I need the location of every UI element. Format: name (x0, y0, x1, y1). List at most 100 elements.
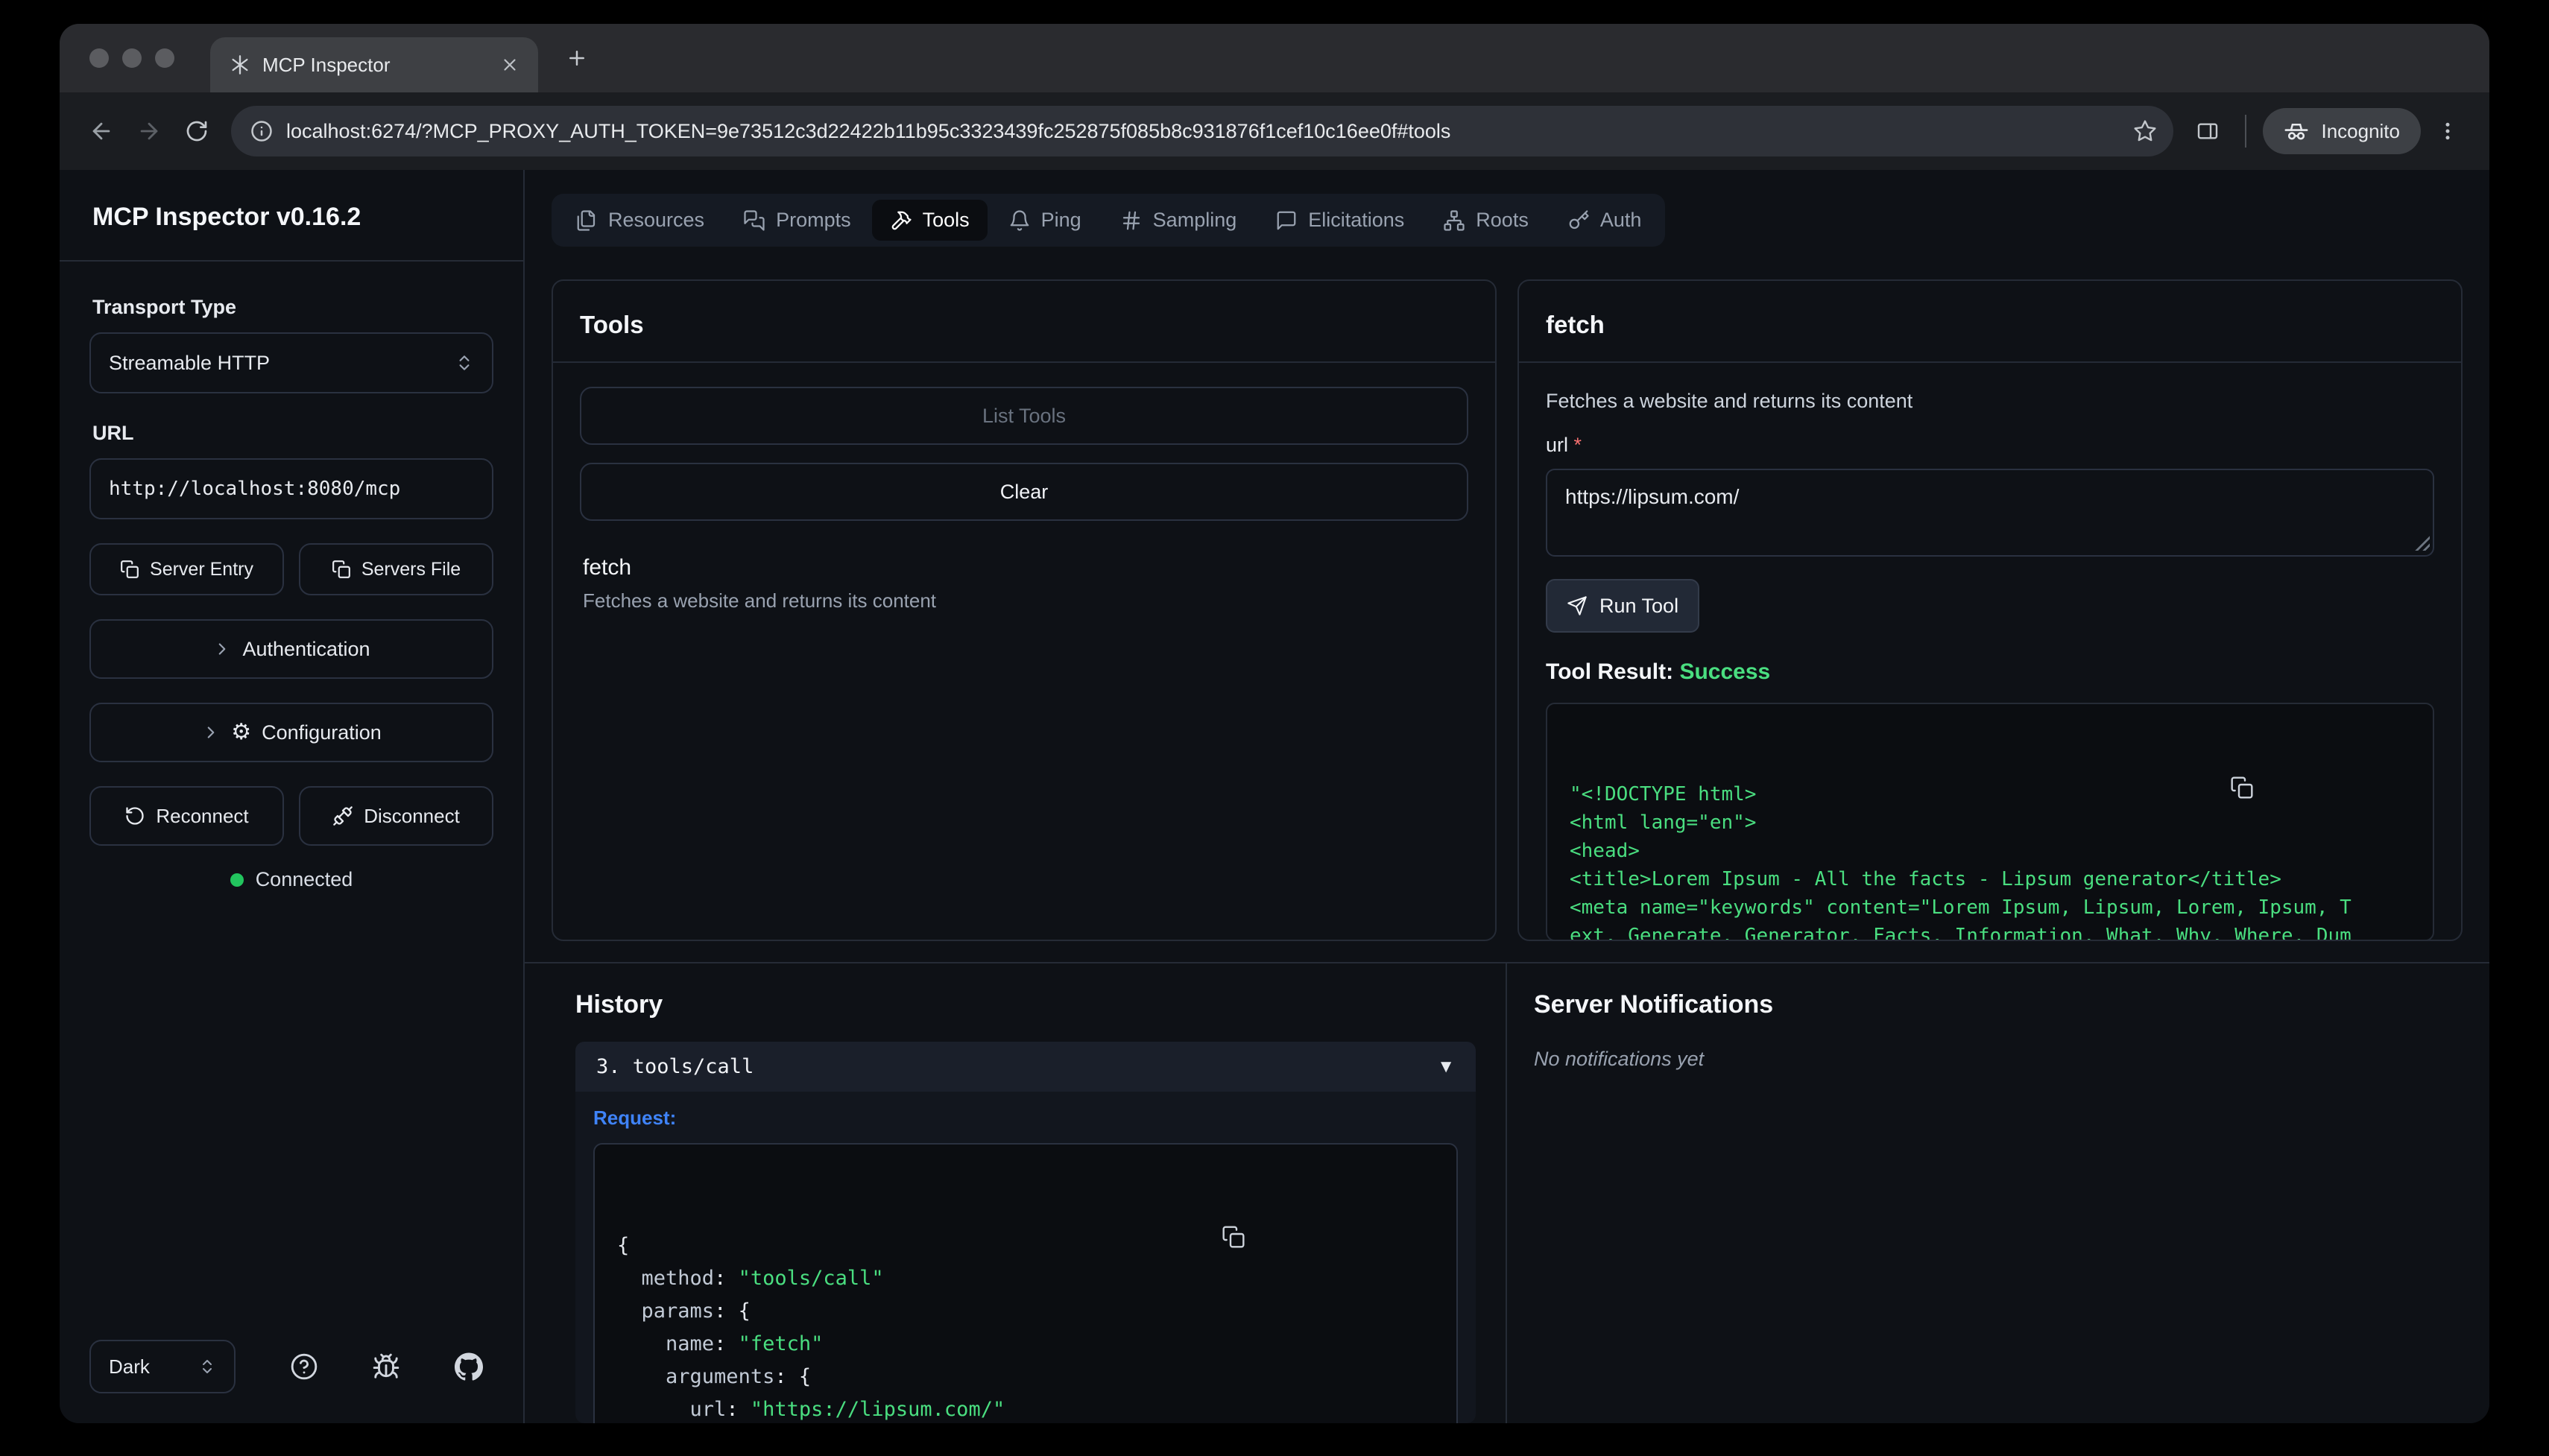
collapse-caret-icon[interactable]: ▼ (1437, 1057, 1455, 1077)
list-tools-button[interactable]: List Tools (580, 387, 1468, 445)
tab-tools[interactable]: Tools (872, 200, 988, 241)
run-tool-label: Run Tool (1599, 595, 1678, 618)
configuration-button[interactable]: ⚙ Configuration (89, 703, 493, 762)
tab-prompts[interactable]: Prompts (725, 200, 869, 241)
browser-menu-icon[interactable] (2427, 110, 2469, 152)
tab-label: Prompts (776, 209, 851, 232)
tab-roots[interactable]: Roots (1425, 200, 1547, 241)
server-url-value: http://localhost:8080/mcp (109, 478, 400, 500)
theme-select[interactable]: Dark (89, 1340, 236, 1393)
rotate-ccw-icon (124, 805, 145, 826)
servers-file-label: Servers File (361, 559, 461, 580)
message-square-icon (1275, 209, 1298, 232)
back-icon[interactable] (80, 110, 122, 152)
reconnect-button[interactable]: Reconnect (89, 786, 284, 846)
bottom-pane: History 3. tools/call ▼ Request: { metho… (525, 962, 2489, 1423)
tab-auth[interactable]: Auth (1550, 200, 1660, 241)
entry-buttons-row: Server Entry Servers File (89, 543, 493, 595)
minimize-window-button[interactable] (122, 48, 142, 68)
url-field-label: url * (1546, 434, 2434, 457)
tab-label: Resources (608, 209, 704, 232)
browser-window: MCP Inspector localhost:6274/?MCP_PROXY_… (60, 24, 2489, 1423)
servers-file-button[interactable]: Servers File (299, 543, 493, 595)
history-entry-label: 3. tools/call (596, 1055, 754, 1078)
bookmark-star-icon[interactable] (2133, 119, 2157, 143)
hash-icon (1120, 209, 1143, 232)
tool-detail-panel: fetch Fetches a website and returns its … (1517, 279, 2463, 941)
disconnect-button[interactable]: Disconnect (299, 786, 493, 846)
files-icon (575, 209, 598, 232)
reload-icon[interactable] (176, 110, 218, 152)
chevrons-up-down-icon (455, 353, 474, 373)
gear-icon: ⚙ (231, 721, 251, 744)
help-icon[interactable] (290, 1352, 318, 1381)
folder-tree-icon (1443, 209, 1465, 232)
tab-resources[interactable]: Resources (558, 200, 722, 241)
tab-ping[interactable]: Ping (991, 200, 1099, 241)
toolbar-divider (2245, 115, 2246, 148)
tool-result-status: Success (1679, 659, 1770, 684)
authentication-button[interactable]: Authentication (89, 619, 493, 679)
connection-status: Connected (89, 868, 493, 891)
tool-result-heading: Tool Result: Success (1546, 659, 2434, 685)
sidebar: MCP Inspector v0.16.2 Transport Type Str… (60, 170, 525, 1423)
clear-tools-button[interactable]: Clear (580, 463, 1468, 521)
site-info-icon[interactable] (250, 120, 273, 142)
history-entry-header[interactable]: 3. tools/call ▼ (575, 1042, 1476, 1092)
disconnect-label: Disconnect (364, 805, 460, 828)
sidebar-footer: Dark (89, 1340, 493, 1393)
url-field-input[interactable]: https://lipsum.com/ (1546, 469, 2434, 557)
mcp-inspector-app: MCP Inspector v0.16.2 Transport Type Str… (60, 170, 2489, 1423)
tool-detail-body: Fetches a website and returns its conten… (1519, 363, 2461, 940)
tool-detail-title: fetch (1519, 281, 2461, 363)
tab-sampling[interactable]: Sampling (1102, 200, 1255, 241)
server-entry-button[interactable]: Server Entry (89, 543, 284, 595)
copy-result-icon[interactable] (2230, 719, 2416, 856)
app-title: MCP Inspector v0.16.2 (60, 170, 523, 262)
url-label: URL (92, 422, 490, 445)
url-text[interactable]: localhost:6274/?MCP_PROXY_AUTH_TOKEN=9e7… (286, 120, 2120, 143)
copy-icon (332, 560, 351, 579)
main-content: Resources Prompts Tools Ping Sampling (525, 170, 2489, 1423)
theme-value: Dark (109, 1355, 150, 1379)
chevrons-up-down-icon (198, 1358, 216, 1376)
close-window-button[interactable] (89, 48, 109, 68)
tab-label: Ping (1041, 209, 1081, 232)
run-tool-button[interactable]: Run Tool (1546, 579, 1699, 633)
transport-type-select[interactable]: Streamable HTTP (89, 332, 493, 393)
maximize-window-button[interactable] (155, 48, 174, 68)
copy-icon (120, 560, 139, 579)
field-name: url (1546, 434, 1568, 456)
browser-tab[interactable]: MCP Inspector (210, 37, 538, 92)
url-field-wrap: https://lipsum.com/ (1546, 469, 2434, 557)
tool-list-item[interactable]: fetch Fetches a website and returns its … (580, 539, 1468, 629)
copy-request-icon[interactable] (1222, 1159, 1440, 1314)
tab-label: Elicitations (1308, 209, 1404, 232)
key-icon (1567, 209, 1590, 232)
unplug-icon (332, 805, 353, 826)
forward-icon[interactable] (128, 110, 170, 152)
tool-detail-description: Fetches a website and returns its conten… (1546, 390, 2434, 413)
history-entry-body: Request: { method: "tools/call" params: … (575, 1092, 1476, 1423)
tab-title: MCP Inspector (262, 54, 481, 77)
history-section: History 3. tools/call ▼ Request: { metho… (525, 963, 1507, 1423)
connection-status-label: Connected (256, 868, 353, 891)
tab-elicitations[interactable]: Elicitations (1257, 200, 1422, 241)
github-icon[interactable] (455, 1352, 483, 1381)
bug-icon[interactable] (372, 1352, 400, 1381)
server-url-input[interactable]: http://localhost:8080/mcp (89, 458, 493, 519)
close-tab-icon[interactable] (493, 48, 526, 81)
url-bar[interactable]: localhost:6274/?MCP_PROXY_AUTH_TOKEN=9e7… (231, 106, 2173, 156)
tools-panel-title: Tools (553, 281, 1495, 363)
tool-description: Fetches a website and returns its conten… (583, 589, 1465, 613)
tab-label: Roots (1476, 209, 1529, 232)
tab-label: Sampling (1153, 209, 1237, 232)
tools-panel: Tools List Tools Clear fetch Fetches a w… (552, 279, 1497, 941)
new-tab-button[interactable] (556, 37, 598, 79)
sidebar-body: Transport Type Streamable HTTP URL http:… (60, 262, 523, 1423)
reconnect-label: Reconnect (156, 805, 248, 828)
request-code: { method: "tools/call" params: { name: "… (593, 1143, 1458, 1423)
tool-name: fetch (583, 555, 1465, 580)
side-panel-icon[interactable] (2187, 110, 2229, 152)
mcp-favicon-icon (230, 54, 250, 75)
